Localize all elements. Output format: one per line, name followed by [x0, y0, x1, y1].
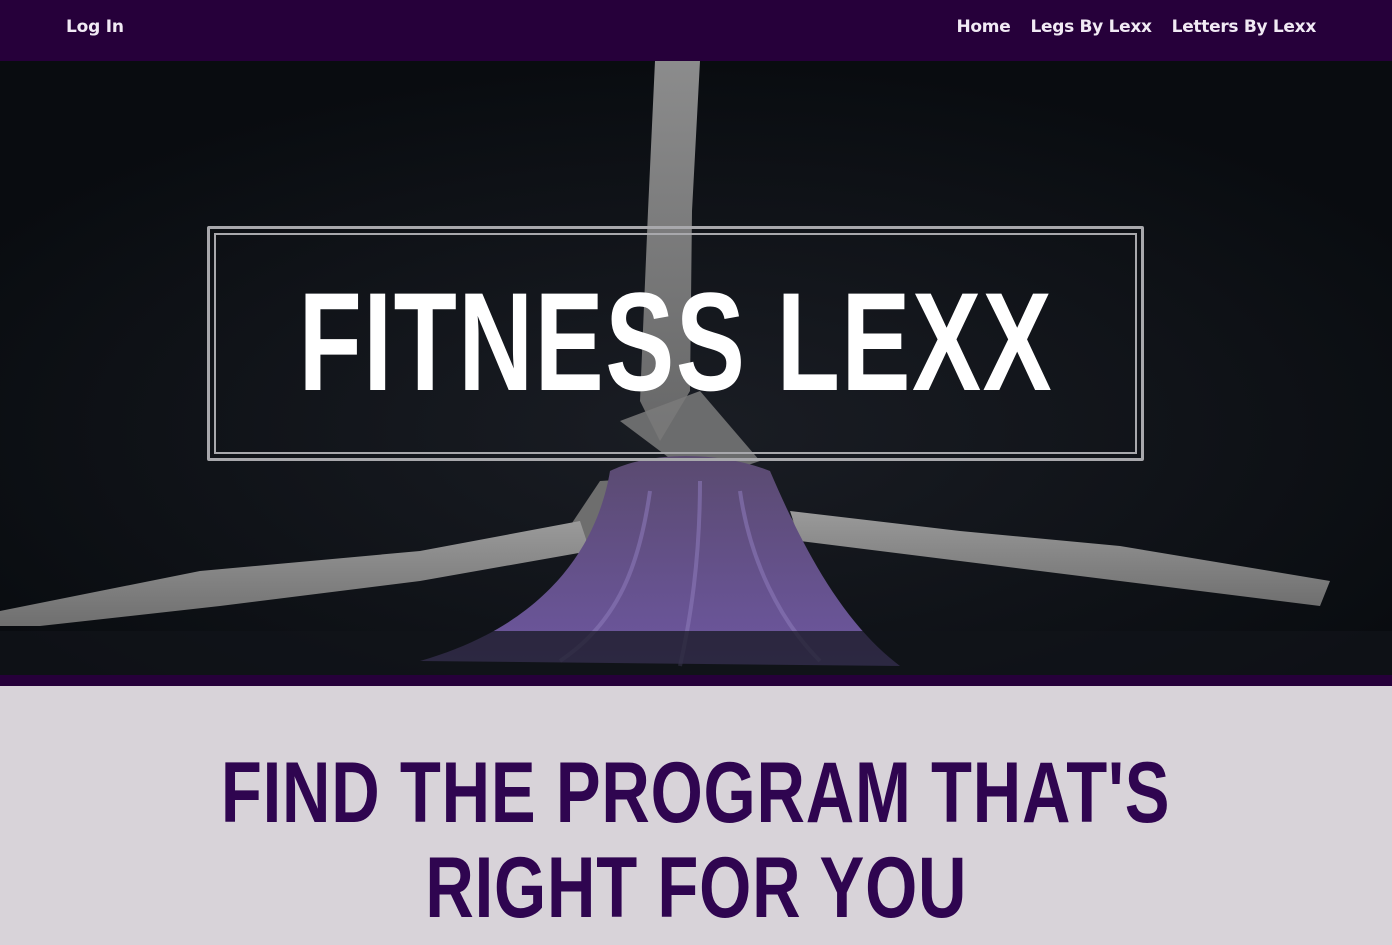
- login-link[interactable]: Log In: [66, 17, 124, 37]
- hero-title-frame: FITNESS LEXX: [207, 226, 1144, 461]
- programs-headline: FIND THE PROGRAM THAT'S RIGHT FOR YOU: [0, 746, 1392, 936]
- hero-banner: FITNESS LEXX: [0, 61, 1392, 675]
- programs-section: FIND THE PROGRAM THAT'S RIGHT FOR YOU: [0, 686, 1392, 945]
- hero-title: FITNESS LEXX: [298, 262, 1053, 420]
- section-divider: [0, 675, 1392, 686]
- programs-headline-line-1: FIND THE PROGRAM THAT'S: [221, 745, 1171, 841]
- nav-item-legs-by-lexx[interactable]: Legs By Lexx: [1030, 17, 1152, 37]
- main-nav: Home Legs By Lexx Letters By Lexx: [956, 17, 1316, 37]
- site-header: Log In Home Legs By Lexx Letters By Lexx: [0, 0, 1392, 61]
- nav-item-letters-by-lexx[interactable]: Letters By Lexx: [1172, 17, 1317, 37]
- hero-title-frame-inner: FITNESS LEXX: [214, 233, 1137, 454]
- nav-item-home[interactable]: Home: [956, 17, 1010, 37]
- programs-headline-line-2: RIGHT FOR YOU: [425, 840, 967, 936]
